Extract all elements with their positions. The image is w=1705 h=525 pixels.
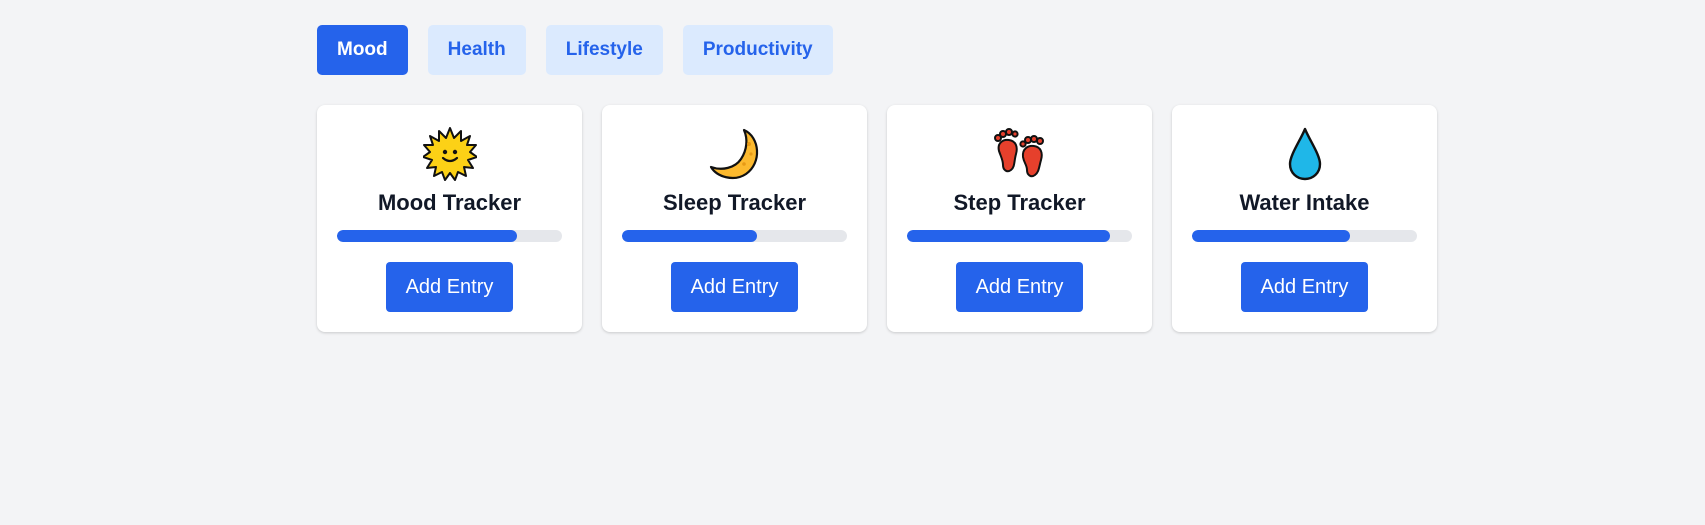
tracker-cards: Mood Tracker Add Entry Sleep Tracker Add… (317, 105, 1437, 332)
tracker-dashboard: Mood Health Lifestyle Productivity Mood … (317, 25, 1437, 332)
progress-fill (622, 230, 757, 242)
card-sleep-tracker: Sleep Tracker Add Entry (602, 105, 867, 332)
sun-face-icon (422, 127, 477, 181)
tab-health[interactable]: Health (427, 25, 526, 75)
card-step-tracker: Step Tracker Add Entry (887, 105, 1152, 332)
progress-bar (907, 230, 1132, 242)
progress-bar (622, 230, 847, 242)
progress-bar (1192, 230, 1417, 242)
category-tabs: Mood Health Lifestyle Productivity (317, 25, 1437, 75)
card-title: Mood Tracker (377, 190, 522, 215)
progress-fill (907, 230, 1110, 242)
tab-mood[interactable]: Mood (317, 25, 408, 75)
droplet-icon (1278, 127, 1332, 181)
crescent-moon-icon (708, 127, 762, 181)
card-title: Sleep Tracker (662, 190, 807, 215)
tab-lifestyle[interactable]: Lifestyle (545, 25, 663, 75)
card-title: Water Intake (1239, 190, 1370, 215)
add-entry-button[interactable]: Add Entry (671, 262, 798, 312)
card-title: Step Tracker (953, 190, 1086, 215)
progress-fill (337, 230, 517, 242)
add-entry-button[interactable]: Add Entry (956, 262, 1083, 312)
add-entry-button[interactable]: Add Entry (1241, 262, 1368, 312)
progress-fill (1192, 230, 1350, 242)
footprints-icon (993, 127, 1047, 181)
add-entry-button[interactable]: Add Entry (386, 262, 513, 312)
progress-bar (337, 230, 562, 242)
tab-productivity[interactable]: Productivity (682, 25, 833, 75)
card-water-intake: Water Intake Add Entry (1172, 105, 1437, 332)
card-mood-tracker: Mood Tracker Add Entry (317, 105, 582, 332)
